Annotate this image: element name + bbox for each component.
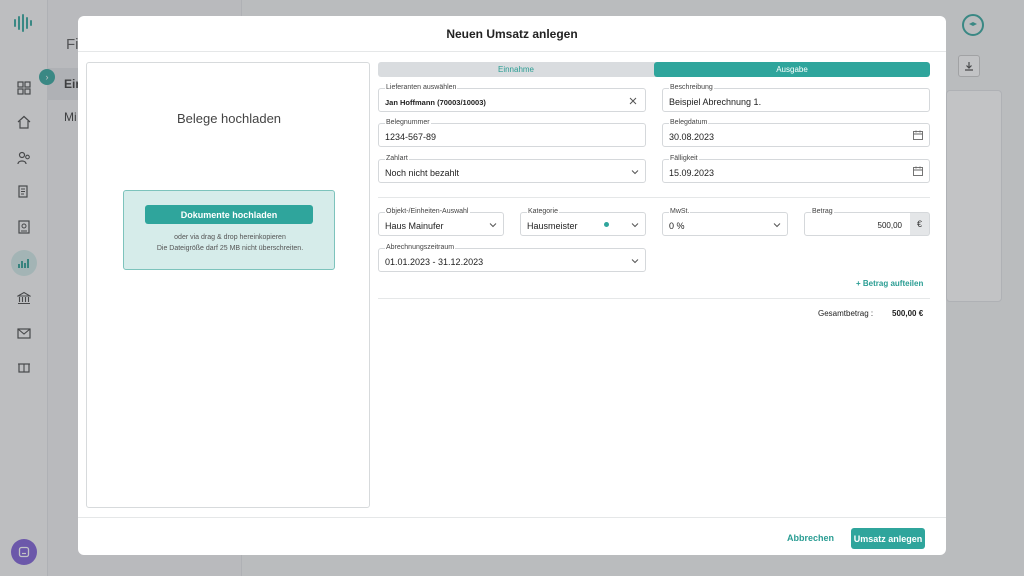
- billing-period-label: Abrechnungszeitraum: [385, 243, 456, 253]
- file-size-hint: Die Dateigröße darf 25 MB nicht überschr…: [156, 245, 304, 252]
- section-divider: [378, 197, 930, 198]
- category-color-dot: [604, 222, 609, 227]
- supplier-label: Lieferanten auswählen: [385, 83, 458, 93]
- object-select[interactable]: Objekt-/Einheiten-Auswahl Haus Mainufer: [378, 207, 504, 236]
- modal-footer: Abbrechen Umsatz anlegen: [78, 517, 946, 555]
- amount-label: Betrag: [811, 207, 834, 217]
- upload-documents-button[interactable]: Dokumente hochladen: [145, 205, 313, 224]
- upload-panel: Belege hochladen Dokumente hochladen ode…: [86, 62, 370, 508]
- due-date-value: 15.09.2023: [669, 168, 715, 178]
- create-transaction-button[interactable]: Umsatz anlegen: [851, 528, 925, 549]
- total-value: 500,00 €: [892, 309, 924, 318]
- vat-label: MwSt.: [669, 207, 691, 217]
- description-value: Beispiel Abrechnung 1.: [669, 97, 762, 107]
- upload-title: Belege hochladen: [176, 111, 282, 126]
- income-expense-toggle: Einnahme Ausgabe: [378, 62, 930, 77]
- receipt-number-input[interactable]: Belegnummer 1234-567-89: [378, 118, 646, 147]
- object-label: Objekt-/Einheiten-Auswahl: [385, 207, 470, 217]
- receipt-date-value: 30.08.2023: [669, 132, 715, 142]
- cancel-button[interactable]: Abbrechen: [787, 528, 834, 548]
- new-transaction-modal: Neuen Umsatz anlegen Belege hochladen Do…: [78, 16, 946, 555]
- supplier-value: Jan Hoffmann (70003/10003): [385, 98, 486, 107]
- billing-period-value: 01.01.2023 - 31.12.2023: [385, 257, 484, 267]
- chevron-down-icon: [489, 223, 497, 228]
- vat-value: 0 %: [669, 221, 685, 231]
- chevron-down-icon: [631, 223, 639, 228]
- file-drop-zone[interactable]: Dokumente hochladen oder via drag & drop…: [123, 190, 335, 270]
- total-divider: [378, 298, 930, 299]
- category-select[interactable]: Kategorie Hausmeister: [520, 207, 646, 236]
- total-label: Gesamtbetrag :: [818, 309, 874, 318]
- chevron-down-icon: [773, 223, 781, 228]
- category-label: Kategorie: [527, 207, 559, 217]
- due-date-input[interactable]: Fälligkeit 15.09.2023: [662, 154, 930, 183]
- receipt-date-input[interactable]: Belegdatum 30.08.2023: [662, 118, 930, 147]
- chevron-down-icon: [631, 259, 639, 264]
- object-value: Haus Mainufer: [385, 221, 444, 231]
- billing-period-select[interactable]: Abrechnungszeitraum 01.01.2023 - 31.12.2…: [378, 243, 646, 272]
- calendar-icon[interactable]: [913, 130, 923, 140]
- receipt-number-label: Belegnummer: [385, 118, 431, 128]
- description-input[interactable]: Beschreibung Beispiel Abrechnung 1.: [662, 83, 930, 112]
- toggle-income[interactable]: Einnahme: [378, 62, 654, 77]
- toggle-expense[interactable]: Ausgabe: [654, 62, 930, 77]
- category-value: Hausmeister: [527, 221, 578, 231]
- vat-select[interactable]: MwSt. 0 %: [662, 207, 788, 236]
- due-date-label: Fälligkeit: [669, 154, 699, 164]
- receipt-date-label: Belegdatum: [669, 118, 709, 128]
- amount-value: 500,00: [877, 221, 902, 230]
- receipt-number-value: 1234-567-89: [385, 132, 437, 142]
- payment-type-select[interactable]: Zahlart Noch nicht bezahlt: [378, 154, 646, 183]
- payment-type-value: Noch nicht bezahlt: [385, 168, 460, 178]
- currency-addon: €: [910, 212, 930, 236]
- modal-title: Neuen Umsatz anlegen: [78, 16, 946, 52]
- calendar-icon[interactable]: [913, 166, 923, 176]
- payment-type-label: Zahlart: [385, 154, 409, 164]
- clear-icon[interactable]: [629, 97, 637, 105]
- amount-input[interactable]: Betrag 500,00: [804, 207, 911, 236]
- drop-hint-text: oder via drag & drop hereinkopieren: [174, 234, 286, 241]
- supplier-select[interactable]: Lieferanten auswählen Jan Hoffmann (7000…: [378, 83, 646, 112]
- split-amount-link[interactable]: + Betrag aufteilen: [856, 279, 923, 288]
- description-label: Beschreibung: [669, 83, 714, 93]
- chevron-down-icon: [631, 170, 639, 175]
